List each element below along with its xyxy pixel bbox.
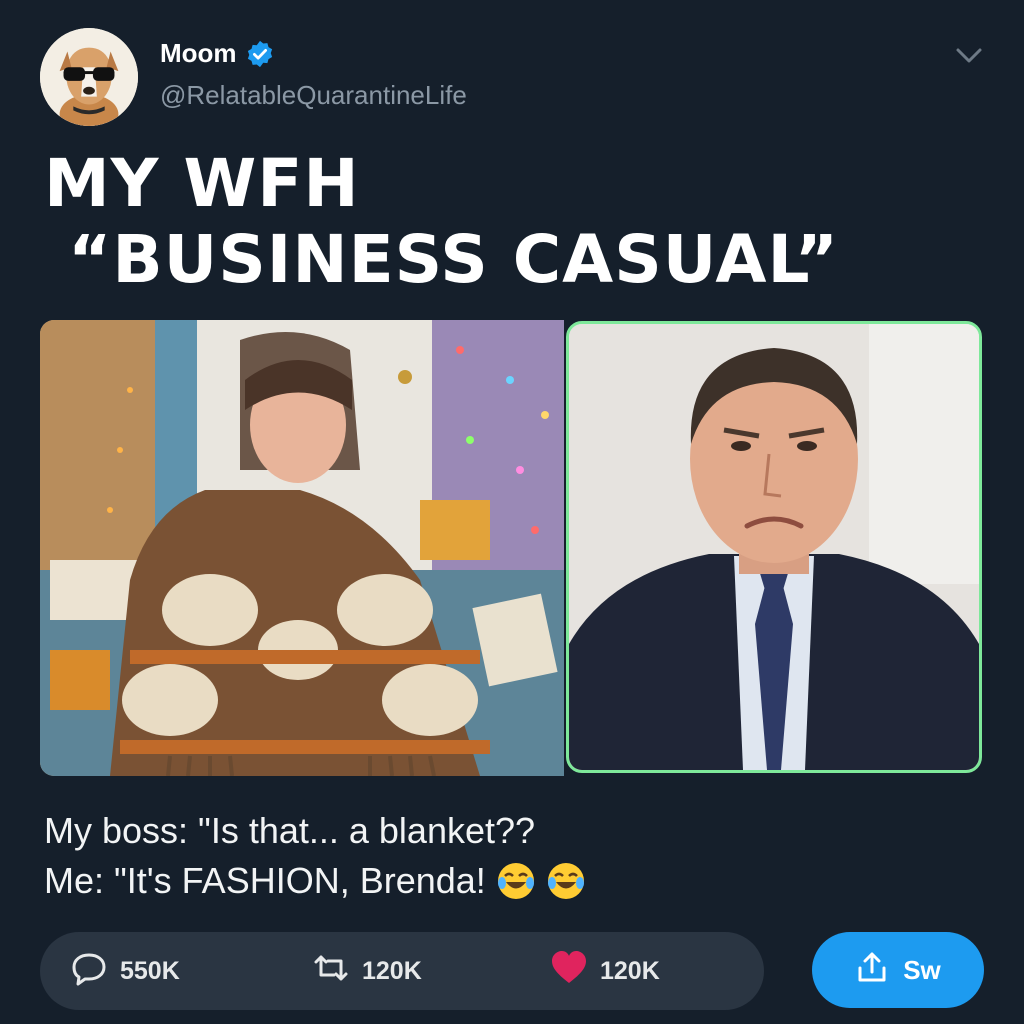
frowning-boss-video-call-photo[interactable] xyxy=(566,321,982,773)
author-display-name[interactable]: Moom xyxy=(160,38,237,69)
author-handle[interactable]: @RelatableQuarantineLife xyxy=(160,80,467,111)
retweet-count: 120K xyxy=(362,956,422,985)
verified-badge-icon xyxy=(245,39,275,69)
heart-icon xyxy=(550,949,588,994)
caption-line-1: My boss: "Is that... a blanket?? xyxy=(44,810,536,851)
share-label: Sw xyxy=(903,954,941,985)
reply-button[interactable]: 550K xyxy=(70,932,180,1010)
like-count: 120K xyxy=(600,956,660,985)
share-icon xyxy=(855,950,889,991)
retweet-icon xyxy=(312,949,350,994)
laughing-crying-emoji-icon xyxy=(496,861,536,901)
reply-count: 550K xyxy=(120,956,180,985)
retweet-button[interactable]: 120K xyxy=(312,932,422,1010)
tweet-headline: MY WFH “BUSINESS CASUAL” xyxy=(44,145,840,298)
tweet-caption: My boss: "Is that... a blanket?? Me: "It… xyxy=(44,806,586,906)
chevron-down-icon[interactable] xyxy=(952,40,986,70)
caption-line-2: Me: "It's FASHION, Brenda! xyxy=(44,856,586,906)
dog-sunglasses-avatar-image xyxy=(40,28,138,126)
laughing-crying-emoji-icon xyxy=(546,861,586,901)
avatar[interactable] xyxy=(40,28,138,126)
like-button[interactable]: 120K xyxy=(550,932,660,1010)
caption-line-2-text: Me: "It's FASHION, Brenda! xyxy=(44,860,486,901)
tweet-action-bar: 550K 120K 120K xyxy=(40,932,764,1010)
person-in-cat-blanket-photo[interactable] xyxy=(40,320,564,776)
reply-icon xyxy=(70,949,108,994)
author-name-row[interactable]: Moom xyxy=(160,38,275,69)
share-button[interactable]: Sw xyxy=(812,932,984,1008)
